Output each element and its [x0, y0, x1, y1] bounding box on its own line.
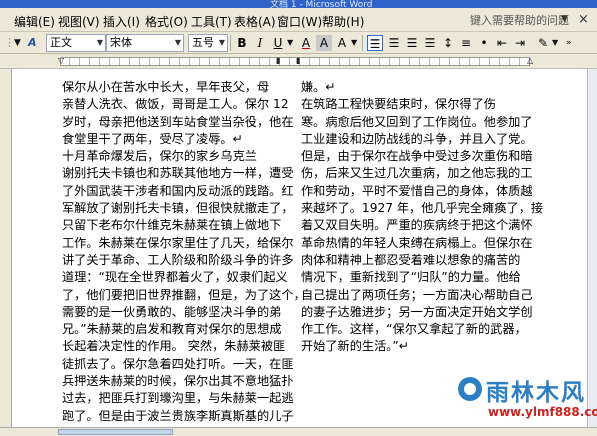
text-line: 军解放了谢别托夫卡镇，但很快就撤走了， — [62, 201, 294, 216]
line-spacing-icon[interactable]: ↕ — [440, 35, 456, 51]
text-line: 需要的是一伙勇敢的、能够坚决斗争的弟 — [62, 304, 282, 319]
close-document-icon[interactable]: × — [578, 12, 589, 27]
text-line: 但是，由于保尔在战争中受过多次重伤和暗 — [301, 149, 533, 164]
menu-table[interactable]: 表格(A) — [234, 13, 276, 30]
text-line: 食堂里干了两年，受尽了凌辱。↵ — [62, 131, 243, 146]
menu-insert[interactable]: 插入(I) — [103, 13, 140, 30]
left-column: 保尔从小在苦水中长大，早年丧父，母 亲替人洗衣、做饭，哥哥是工人。保尔 12 岁… — [62, 79, 306, 425]
increase-indent-icon[interactable]: ⇥ — [512, 35, 528, 51]
distributed-align-icon[interactable]: ☰ — [422, 35, 438, 51]
text-line: 谢别托夫卡镇也和苏联其他地方一样，遭受 — [62, 166, 294, 181]
numbering-icon[interactable]: ≡ — [458, 35, 474, 51]
toolbar-separator — [230, 35, 231, 51]
right-column: 嫌。↵ 在筑路工程快要结束时，保尔得了伤 寒。病愈后他又回到了工作岗位。他参加了… — [301, 79, 551, 356]
text-line: 了，他们要把旧世界推翻，但是，为了这个， — [62, 287, 306, 302]
chevron-down-icon: ▼ — [96, 38, 103, 47]
menu-format[interactable]: 格式(O) — [145, 13, 188, 30]
column-marker[interactable]: ▮ — [296, 56, 300, 65]
watermark-title: 雨林木风 — [486, 380, 586, 406]
character-scale-dropdown-icon[interactable]: ▼ — [351, 35, 357, 51]
text-line: 道理：“现在全世界都着火了，奴隶们起义 — [62, 270, 288, 285]
text-line: 岁时，母亲把他送到车站食堂当杂役，他在 — [62, 114, 294, 129]
ruler-ticks — [60, 57, 530, 66]
text-line: 十月革命爆发后，保尔的家乡乌克兰 — [62, 149, 257, 164]
help-question-input[interactable]: 键入需要帮助的问题 — [470, 12, 570, 28]
menu-window[interactable]: 窗口(W) — [277, 13, 322, 30]
text-line: 保尔从小在苦水中长大，早年丧父，母 — [62, 80, 270, 94]
toolbar-separator — [362, 35, 363, 51]
text-line: 着又双目失明。严重的疾病终于把这个满怀 — [301, 218, 533, 233]
text-line: 的妻子达雅进步；另一方面决定开始文学创 — [301, 304, 533, 319]
text-line: 情况下，重新找到了“归队”的力量。他给 — [301, 270, 521, 285]
center-align-icon[interactable]: ☰ — [386, 35, 402, 51]
text-line: 徒抓去了。保尔急着四处打听。一天，在匪 — [62, 356, 294, 371]
character-shading-button[interactable]: A — [316, 35, 332, 51]
text-line: 只留下老布尔什维克朱赫莱在镇上做地下 — [62, 218, 282, 233]
font-dropdown-value: 宋体 — [110, 36, 132, 49]
styles-pane-icon[interactable]: A — [28, 35, 37, 51]
toolbar-overflow-icon[interactable]: » — [566, 35, 572, 51]
style-dropdown-value: 正文 — [50, 36, 72, 49]
chevron-down-icon: ▼ — [218, 38, 225, 47]
text-line: 革命热情的年轻人束缚在病榻上。但保尔在 — [301, 235, 533, 250]
site-watermark: 雨林木风 www.ylmf888.com — [458, 371, 597, 427]
underline-dropdown-icon[interactable]: ▼ — [287, 35, 293, 51]
text-line: 作和劳动，平时不爱惜自己的身体，体质越 — [301, 183, 533, 198]
status-bar — [0, 427, 597, 436]
text-line: 跑了。但是由于波兰贵族李斯真斯基的儿子 — [62, 408, 294, 423]
underline-button[interactable]: U — [270, 35, 286, 51]
character-scale-button[interactable]: A — [334, 35, 350, 51]
text-line: 作工作。这样，“保尔又拿起了新的武器， — [301, 322, 527, 337]
highlight-icon[interactable]: ✎ — [535, 35, 551, 51]
text-line: 过去，把匪兵打到壕沟里，与朱赫莱一起逃 — [62, 391, 294, 406]
menu-edit[interactable]: 编辑(E) — [14, 13, 55, 30]
vertical-ruler — [0, 69, 12, 427]
text-line: 兵押送朱赫莱的时候，保尔出其不意地猛扑 — [62, 374, 294, 389]
menu-view[interactable]: 视图(V) — [58, 13, 100, 30]
text-line: 开始了新的生活。”↵ — [301, 339, 409, 354]
formatting-toolbar: ⋮ ▼ A 正文 ▼ 宋体 ▼ 五号 ▼ B I U ▼ A A A ▼ ☰ ☰… — [0, 32, 597, 54]
italic-button[interactable]: I — [252, 35, 268, 51]
text-line: 寒。病愈后他又回到了工作岗位。他参加了 — [301, 114, 533, 129]
column-marker[interactable]: ▮ — [276, 56, 280, 65]
horizontal-ruler: ▽ ▮ ▮ △ — [0, 54, 597, 69]
text-line: 在筑路工程快要结束时，保尔得了伤 — [301, 97, 496, 112]
watermark-logo-icon — [458, 377, 482, 401]
text-line: 兄。”朱赫莱的启发和教育对保尔的思想成 — [62, 322, 282, 337]
menu-bar: 编辑(E) 视图(V) 插入(I) 格式(O) 工具(T) 表格(A) 窗口(W… — [0, 8, 597, 32]
text-line: 伤，后来又生过几次重病，加之他忘我的工 — [301, 166, 533, 181]
highlight-dropdown-icon[interactable]: ▼ — [552, 35, 558, 51]
text-line: 讲了关于革命、工人阶级和阶级斗争的许多 — [62, 252, 294, 267]
font-size-dropdown[interactable]: 五号 ▼ — [188, 34, 228, 52]
justify-align-icon[interactable]: ☰ — [367, 35, 383, 51]
horizontal-scrollbar[interactable] — [58, 429, 173, 435]
text-line: 长起着决定性的作用。 突然，朱赫莱被匪 — [62, 339, 286, 354]
bullets-icon[interactable]: • — [476, 35, 492, 51]
align-right-icon[interactable]: ☰ — [404, 35, 420, 51]
text-line: 肉体和精神上都忍受着难以想象的痛苦的 — [301, 252, 521, 267]
bold-button[interactable]: B — [234, 35, 250, 51]
title-bar: 文档 1 - Microsoft Word — [0, 0, 597, 10]
chevron-down-icon: ▼ — [174, 38, 181, 47]
font-color-button[interactable]: A — [298, 35, 314, 51]
help-dropdown-icon[interactable]: ▼ — [561, 14, 568, 24]
first-line-indent-marker[interactable]: ▽ — [58, 56, 64, 65]
text-line: 嫌。↵ — [301, 80, 336, 94]
text-line: 自己提出了两项任务；一方面决心帮助自己 — [301, 287, 533, 302]
menu-tools[interactable]: 工具(T) — [191, 13, 232, 30]
text-line: 工业建设和边防战线的斗争，并且入了党。 — [301, 131, 533, 146]
right-indent-marker[interactable]: △ — [527, 56, 533, 65]
decrease-indent-icon[interactable]: ⇤ — [494, 35, 510, 51]
text-line: 来越坏了。1927 年，他几乎完全瘫痪了，接 — [301, 201, 544, 216]
font-dropdown[interactable]: 宋体 ▼ — [106, 34, 184, 52]
text-line: 了外国武装干涉者和国内反动派的践踏。红 — [62, 183, 294, 198]
menu-help[interactable]: 帮助(H) — [322, 13, 364, 30]
toolbar-options-icon[interactable]: ▼ — [14, 35, 21, 51]
style-dropdown[interactable]: 正文 ▼ — [46, 34, 106, 52]
text-line: 工作。朱赫莱在保尔家里住了几天，给保尔 — [62, 235, 294, 250]
text-line: 亲替人洗衣、做饭，哥哥是工人。保尔 12 — [62, 97, 289, 112]
font-size-value: 五号 — [192, 36, 214, 49]
watermark-url: www.ylmf888.com — [488, 405, 597, 419]
